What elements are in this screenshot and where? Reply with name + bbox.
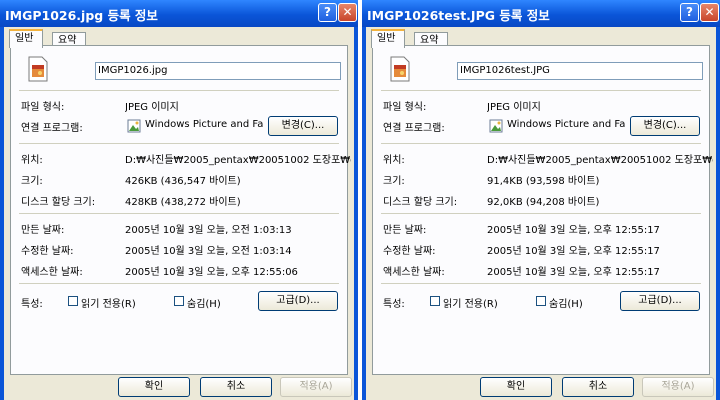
- tab-general[interactable]: 일반: [9, 29, 43, 48]
- separator: [19, 213, 339, 214]
- size-label: 크기:: [21, 176, 43, 187]
- ok-button[interactable]: 확인: [480, 377, 552, 397]
- accessed-value: 2005년 10월 3일 오늘, 오후 12:55:06: [125, 267, 298, 278]
- filename-field[interactable]: IMGP1026test.JPG: [457, 62, 703, 80]
- separator: [19, 90, 339, 91]
- picture-viewer-icon: [489, 119, 503, 133]
- accessed-label: 액세스한 날짜:: [21, 267, 83, 278]
- picture-viewer-icon: [127, 119, 141, 133]
- close-icon[interactable]: ✕: [700, 3, 719, 22]
- readonly-checkbox[interactable]: [68, 296, 78, 306]
- properties-dialog-left: IMGP1026.jpg 등록 정보 ? ✕ 일반 요약 IMGP1026.jp…: [0, 0, 358, 400]
- cancel-button[interactable]: 취소: [562, 377, 634, 397]
- hidden-label[interactable]: 숨김(H): [549, 295, 583, 310]
- attributes-label: 특성:: [383, 299, 405, 310]
- hidden-checkbox[interactable]: [174, 296, 184, 306]
- size-value: 91,4KB (93,598 바이트): [487, 176, 600, 187]
- modified-label: 수정한 날짜:: [383, 246, 436, 257]
- file-type-value: JPEG 이미지: [125, 102, 179, 113]
- readonly-label[interactable]: 읽기 전용(R): [443, 295, 498, 310]
- open-with-label: 연결 프로그램:: [383, 123, 445, 134]
- separator: [19, 283, 339, 284]
- properties-dialog-right: IMGP1026test.JPG 등록 정보 ? ✕ 일반 요약 IMGP102…: [362, 0, 720, 400]
- dialog-title: IMGP1026.jpg 등록 정보: [5, 8, 158, 23]
- help-icon[interactable]: ?: [318, 3, 337, 22]
- advanced-button[interactable]: 고급(D)...: [620, 291, 700, 311]
- disk-size-value: 92,0KB (94,208 바이트): [487, 197, 600, 208]
- tab-label: 일반: [377, 33, 396, 44]
- disk-size-label: 디스크 할당 크기:: [383, 197, 458, 208]
- general-panel: IMGP1026.jpg 파일 형식: JPEG 이미지 연결 프로그램: Wi…: [10, 45, 351, 375]
- open-with-value: Windows Picture and Fa: [507, 119, 625, 130]
- separator: [381, 283, 701, 284]
- hidden-label[interactable]: 숨김(H): [187, 295, 221, 310]
- apply-button[interactable]: 적용(A): [642, 377, 714, 397]
- close-icon[interactable]: ✕: [338, 3, 357, 22]
- disk-size-value: 428KB (438,272 바이트): [125, 197, 241, 208]
- jpeg-file-icon: [28, 56, 48, 82]
- location-value: D:₩사진들₩2005_pentax₩20051002 도장포₩o: [125, 155, 351, 166]
- location-label: 위치:: [21, 155, 43, 166]
- separator: [381, 90, 701, 91]
- title-bar[interactable]: IMGP1026.jpg 등록 정보 ? ✕: [0, 0, 358, 27]
- tab-label: 일반: [15, 33, 34, 44]
- tab-general[interactable]: 일반: [371, 29, 405, 48]
- modified-value: 2005년 10월 3일 오늘, 오전 1:03:14: [125, 246, 292, 257]
- title-bar[interactable]: IMGP1026test.JPG 등록 정보 ? ✕: [362, 0, 720, 27]
- jpeg-file-icon: [390, 56, 410, 82]
- created-value: 2005년 10월 3일 오늘, 오전 1:03:13: [125, 225, 292, 236]
- filename-field[interactable]: IMGP1026.jpg: [95, 62, 341, 80]
- separator: [381, 143, 701, 144]
- disk-size-label: 디스크 할당 크기:: [21, 197, 96, 208]
- help-icon[interactable]: ?: [680, 3, 699, 22]
- created-label: 만든 날짜:: [21, 225, 65, 236]
- modified-label: 수정한 날짜:: [21, 246, 74, 257]
- hidden-checkbox[interactable]: [536, 296, 546, 306]
- created-label: 만든 날짜:: [383, 225, 427, 236]
- file-type-label: 파일 형식:: [21, 102, 65, 113]
- general-panel: IMGP1026test.JPG 파일 형식: JPEG 이미지 연결 프로그램…: [372, 45, 713, 375]
- location-label: 위치:: [383, 155, 405, 166]
- change-button[interactable]: 변경(C)...: [630, 116, 700, 136]
- advanced-button[interactable]: 고급(D)...: [258, 291, 338, 311]
- apply-button[interactable]: 적용(A): [280, 377, 352, 397]
- file-type-value: JPEG 이미지: [487, 102, 541, 113]
- separator: [381, 213, 701, 214]
- filename-text: IMGP1026.jpg: [98, 65, 168, 76]
- attributes-label: 특성:: [21, 299, 43, 310]
- location-value: D:₩사진들₩2005_pentax₩20051002 도장포₩o: [487, 155, 713, 166]
- ok-button[interactable]: 확인: [118, 377, 190, 397]
- accessed-value: 2005년 10월 3일 오늘, 오후 12:55:17: [487, 267, 660, 278]
- separator: [19, 143, 339, 144]
- filename-text: IMGP1026test.JPG: [460, 65, 550, 76]
- dialog-client: 일반 요약 IMGP1026test.JPG 파일 형식: JPEG 이미지 연…: [366, 27, 716, 400]
- dialog-client: 일반 요약 IMGP1026.jpg 파일 형식: JPEG 이미지 연결 프로…: [4, 27, 354, 400]
- size-value: 426KB (436,547 바이트): [125, 176, 241, 187]
- open-with-value: Windows Picture and Fa: [145, 119, 263, 130]
- readonly-checkbox[interactable]: [430, 296, 440, 306]
- change-button[interactable]: 변경(C)...: [268, 116, 338, 136]
- open-with-label: 연결 프로그램:: [21, 123, 83, 134]
- created-value: 2005년 10월 3일 오늘, 오후 12:55:17: [487, 225, 660, 236]
- size-label: 크기:: [383, 176, 405, 187]
- dialog-title: IMGP1026test.JPG 등록 정보: [367, 8, 550, 23]
- readonly-label[interactable]: 읽기 전용(R): [81, 295, 136, 310]
- cancel-button[interactable]: 취소: [200, 377, 272, 397]
- modified-value: 2005년 10월 3일 오늘, 오후 12:55:17: [487, 246, 660, 257]
- file-type-label: 파일 형식:: [383, 102, 427, 113]
- accessed-label: 액세스한 날짜:: [383, 267, 445, 278]
